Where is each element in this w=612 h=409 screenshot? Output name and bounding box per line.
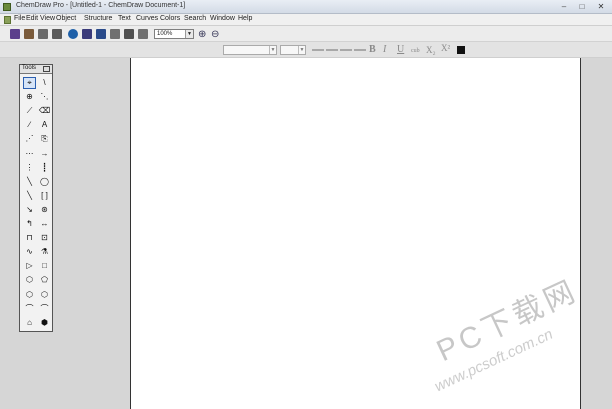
redo-icon[interactable]	[96, 29, 106, 39]
open-icon[interactable]	[24, 29, 34, 39]
font-dropdown[interactable]: ▼	[223, 45, 277, 55]
palette-tool-21[interactable]: ↰	[23, 218, 36, 230]
align-left-icon[interactable]	[312, 49, 324, 51]
palette-tool-20[interactable]: ⊛	[38, 204, 51, 216]
palette-tool-36[interactable]: ⬢	[38, 317, 51, 329]
palette-tool-31[interactable]: ⬡	[23, 289, 36, 301]
palette-tool-2[interactable]: \	[38, 77, 51, 89]
menu-curves[interactable]: Curves	[136, 15, 158, 22]
document-icon[interactable]	[4, 16, 11, 24]
palette-tool-9[interactable]: ⋰	[23, 133, 36, 145]
undo-icon[interactable]	[82, 29, 92, 39]
palette-header[interactable]: Tools	[20, 65, 52, 74]
palette-tool-27[interactable]: ▷	[23, 260, 36, 272]
chevron-down-icon: ▼	[298, 46, 305, 54]
palette-tool-16[interactable]: ◯	[38, 176, 51, 188]
justify-icon[interactable]	[354, 49, 366, 51]
palette-tool-29[interactable]: ⬡	[23, 274, 36, 286]
palette-tool-34[interactable]: ⌒	[38, 303, 51, 315]
menu-edit[interactable]: Edit	[26, 15, 38, 22]
align-center-icon[interactable]	[326, 49, 338, 51]
palette-tool-6[interactable]: ⌫	[38, 105, 51, 117]
zoom-dropdown[interactable]: 100% ▼	[154, 29, 194, 39]
align-right-icon[interactable]	[340, 49, 352, 51]
paste-icon[interactable]	[138, 29, 148, 39]
main-toolbar: 100% ▼ ⊕ ⊖	[0, 26, 612, 42]
chevron-down-icon: ▼	[269, 46, 276, 54]
palette-title: Tools	[22, 65, 37, 71]
palette-tool-5[interactable]: ⟋	[23, 105, 36, 117]
menu-help[interactable]: Help	[238, 15, 252, 22]
new-document-icon[interactable]	[10, 29, 20, 39]
app-icon	[3, 3, 11, 11]
palette-tool-3[interactable]: ⊕	[23, 91, 36, 103]
palette-tool-8[interactable]: A	[38, 119, 51, 131]
chevron-down-icon: ▼	[185, 30, 193, 38]
bold-button[interactable]: B	[369, 44, 376, 55]
palette-tool-12[interactable]: →	[38, 148, 51, 160]
palette-tool-35[interactable]: ⌂	[23, 317, 36, 329]
menu-structure[interactable]: Structure	[84, 15, 112, 22]
title-bar: ChemDraw Pro - [Untitled-1 - ChemDraw Do…	[0, 0, 612, 14]
minimize-button[interactable]: –	[556, 2, 572, 12]
copy-icon[interactable]	[124, 29, 134, 39]
palette-tool-14[interactable]: ┋	[38, 162, 51, 174]
palette-tool-26[interactable]: ⚗	[38, 246, 51, 258]
palette-tool-23[interactable]: ⊓	[23, 232, 36, 244]
zoom-value: 100%	[157, 31, 173, 37]
palette-tool-28[interactable]: □	[38, 260, 51, 272]
superscript-button[interactable]: X²	[441, 43, 450, 53]
palette-tool-25[interactable]: ∿	[23, 246, 36, 258]
menu-search[interactable]: Search	[184, 15, 206, 22]
italic-button[interactable]: I	[383, 44, 386, 55]
palette-tool-18[interactable]: [ ]	[38, 190, 51, 202]
outline-button[interactable]: cub	[411, 48, 420, 54]
palette-tool-24[interactable]: ⊡	[38, 232, 51, 244]
palette-tool-17[interactable]: ╲	[23, 190, 36, 202]
tools-palette: Tools ⌖ \ ⊕ ⋱ ⟋ ⌫ ∕ A ⋰ ⎘ ⋯ → ⋮ ┋ ╲ ◯ ╲[ ] ↘ ⊛ ↰ ↔ ⊓ ⊡ ∿ ⚗ ▷ □ ⬡ ⬠ ⬡ ⬡…	[19, 64, 53, 332]
palette-tool-4[interactable]: ⋱	[38, 91, 51, 103]
palette-close-icon[interactable]	[43, 66, 50, 72]
menu-colors[interactable]: Colors	[160, 15, 180, 22]
palette-tool-13[interactable]: ⋮	[23, 162, 36, 174]
print-icon[interactable]	[52, 29, 62, 39]
palette-tool-11[interactable]: ⋯	[23, 148, 36, 160]
menu-bar: File Edit View Object Structure Text Curves Col…	[0, 14, 612, 26]
palette-tool-32[interactable]: ⬡	[38, 289, 51, 301]
palette-tool-19[interactable]: ↘	[23, 204, 36, 216]
subscript-button[interactable]: X₂	[426, 45, 436, 55]
close-button[interactable]: ✕	[592, 2, 610, 12]
menu-object[interactable]: Object	[56, 15, 76, 22]
window-title: ChemDraw Pro - [Untitled-1 - ChemDraw Do…	[16, 2, 186, 9]
save-icon[interactable]	[38, 29, 48, 39]
menu-text[interactable]: Text	[118, 15, 131, 22]
menu-window[interactable]: Window	[210, 15, 235, 22]
palette-tool-22[interactable]: ↔	[38, 218, 51, 230]
zoom-in-icon[interactable]: ⊕	[198, 29, 208, 40]
palette-tool-30[interactable]: ⬠	[38, 274, 51, 286]
chemdraw-window: ChemDraw Pro - [Untitled-1 - ChemDraw Do…	[0, 0, 612, 409]
palette-tool-33[interactable]: ⌒	[23, 303, 36, 315]
palette-tool-1[interactable]: ⌖	[23, 77, 36, 89]
palette-tool-7[interactable]: ∕	[23, 119, 36, 131]
underline-button[interactable]: U	[397, 44, 404, 55]
cut-icon[interactable]	[110, 29, 120, 39]
text-format-toolbar: ▼ ▼ B I U cub X₂ X²	[0, 42, 612, 58]
menu-file[interactable]: File	[14, 15, 25, 22]
font-size-dropdown[interactable]: ▼	[280, 45, 306, 55]
help-icon[interactable]	[68, 29, 78, 39]
menu-view[interactable]: View	[40, 15, 55, 22]
text-color-swatch[interactable]	[457, 46, 465, 54]
maximize-button[interactable]: □	[574, 2, 590, 12]
zoom-out-icon[interactable]: ⊖	[211, 29, 221, 40]
palette-tool-10[interactable]: ⎘	[38, 133, 51, 145]
palette-tool-15[interactable]: ╲	[23, 176, 36, 188]
